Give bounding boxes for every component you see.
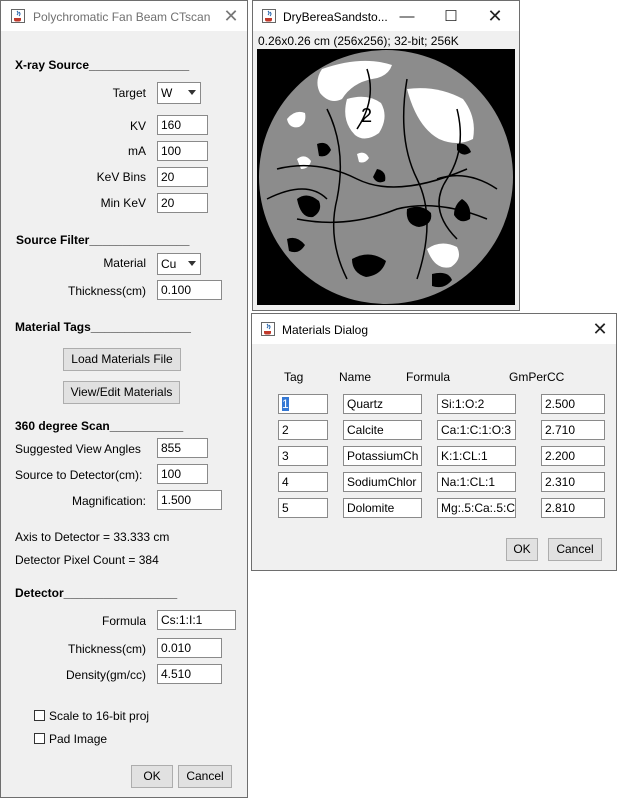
image-window-titlebar[interactable]: DryBereaSandsto... — ☐ ✕ [253,1,519,31]
materials-dialog: Materials Dialog ✕ Tag Name Formula GmPe… [251,313,617,571]
kv-label: KV [129,119,146,133]
formula-field[interactable]: Cs:1:I:1 [157,610,236,630]
view-angles-field[interactable]: 855 [157,438,208,458]
min-kev-label: Min KeV [100,196,146,210]
image-info-text: 0.26x0.26 cm (256x256); 32-bit; 256K [258,34,459,48]
src-to-det-label: Source to Detector(cm): [15,468,143,482]
materials-dialog-title: Materials Dialog [282,323,369,337]
kev-bins-label: KeV Bins [96,170,146,184]
min-kev-field[interactable]: 20 [157,193,208,213]
header-tag: Tag [284,370,304,384]
ok-button[interactable]: OK [131,765,173,788]
view-angles-label: Suggested View Angles [15,442,141,456]
ma-label: mA [128,144,146,158]
detector-header: Detector_________________ [15,586,178,600]
java-icon [11,9,25,23]
det-thickness-label: Thickness(cm) [67,642,146,656]
magnification-field[interactable]: 1.500 [157,490,222,510]
chevron-down-icon [188,261,196,266]
axis-to-detector-text: Axis to Detector = 33.333 cm [15,530,170,544]
pad-image-label[interactable]: Pad Image [49,732,107,746]
region-label-1: 1 [440,114,451,136]
ma-field[interactable]: 100 [157,141,208,161]
density-field[interactable]: 2.310 [541,472,605,492]
thickness-label: Thickness(cm) [67,284,146,298]
name-field[interactable]: Dolomite [343,498,422,518]
close-icon[interactable]: ✕ [213,1,249,31]
detector-pixel-count-text: Detector Pixel Count = 384 [15,553,159,567]
region-label-2: 2 [361,105,372,127]
formula-field[interactable]: Ca:1:C:1:O:3 [437,420,516,440]
tag-field-value: 1 [282,397,289,411]
header-name: Name [339,370,372,384]
java-icon [261,322,275,336]
pad-image-checkbox[interactable] [34,733,45,744]
kv-field[interactable]: 160 [157,115,208,135]
thickness-field[interactable]: 0.100 [157,280,222,300]
image-window-title: DryBereaSandsto... [283,10,388,24]
cancel-button[interactable]: Cancel [178,765,232,788]
density-field[interactable]: 4.510 [157,664,222,684]
name-field[interactable]: PotassiumCh [343,446,422,466]
view-edit-materials-button[interactable]: View/Edit Materials [63,381,180,404]
formula-label: Formula [101,614,146,628]
target-select-value: W [161,86,173,100]
tag-field[interactable]: 2 [278,420,328,440]
density-field[interactable]: 2.500 [541,394,605,414]
ct-image-canvas[interactable]: 2 1 [257,49,515,305]
target-label: Target [112,86,146,100]
xray-source-header: X-ray Source_______________ [15,58,190,72]
formula-field[interactable]: Na:1:CL:1 [437,472,516,492]
ct-scan-window: Polychromatic Fan Beam CTscan ✕ X-ray So… [0,0,248,798]
header-formula: Formula [406,370,451,384]
name-field[interactable]: Quartz [343,394,422,414]
kev-bins-field[interactable]: 20 [157,167,208,187]
chevron-down-icon [188,90,196,95]
close-icon[interactable]: ✕ [582,314,617,344]
java-icon [262,9,276,23]
source-filter-header: Source Filter_______________ [16,233,190,247]
src-to-det-field[interactable]: 100 [157,464,208,484]
material-select[interactable]: Cu [157,253,201,275]
density-field[interactable]: 2.710 [541,420,605,440]
magnification-label: Magnification: [71,494,146,508]
material-label: Material [103,256,146,270]
header-gmpercc: GmPerCC [509,370,565,384]
name-field[interactable]: SodiumChlor [343,472,422,492]
minimize-icon[interactable]: — [387,1,427,31]
tag-field[interactable]: 1 [278,394,328,414]
ct-window-title: Polychromatic Fan Beam CTscan [33,10,211,24]
scale-16bit-label[interactable]: Scale to 16-bit proj [49,709,149,723]
det-thickness-field[interactable]: 0.010 [157,638,222,658]
materials-dialog-titlebar[interactable]: Materials Dialog ✕ [252,314,616,344]
maximize-icon[interactable]: ☐ [431,1,471,31]
scan-header: 360 degree Scan___________ [15,419,184,433]
scale-16bit-checkbox[interactable] [34,710,45,721]
formula-field[interactable]: Mg:.5:Ca:.5:C [437,498,516,518]
material-tags-header: Material Tags_______________ [15,320,191,334]
load-materials-button[interactable]: Load Materials File [63,348,181,371]
sample-disc [259,50,513,304]
density-field[interactable]: 2.200 [541,446,605,466]
formula-field[interactable]: Si:1:O:2 [437,394,516,414]
name-field[interactable]: Calcite [343,420,422,440]
density-label: Density(gm/cc) [65,668,146,682]
density-field[interactable]: 2.810 [541,498,605,518]
tag-field[interactable]: 4 [278,472,328,492]
ct-window-titlebar[interactable]: Polychromatic Fan Beam CTscan ✕ [1,1,247,31]
target-select[interactable]: W [157,82,201,104]
tag-field[interactable]: 5 [278,498,328,518]
formula-field[interactable]: K:1:CL:1 [437,446,516,466]
material-select-value: Cu [161,257,177,271]
ok-button[interactable]: OK [506,538,538,561]
image-window: DryBereaSandsto... — ☐ ✕ 0.26x0.26 cm (2… [252,0,520,311]
cancel-button[interactable]: Cancel [548,538,602,561]
close-icon[interactable]: ✕ [475,1,515,31]
tag-field[interactable]: 3 [278,446,328,466]
